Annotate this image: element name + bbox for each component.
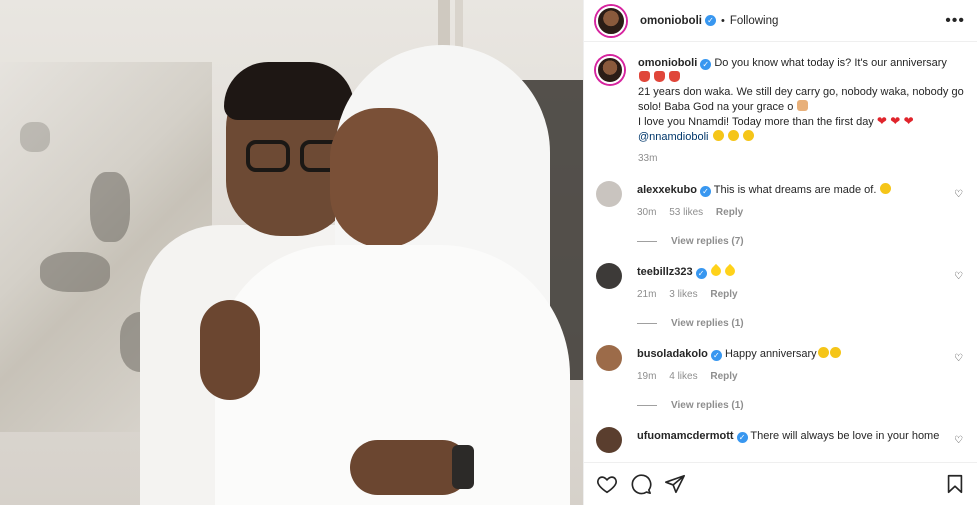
avatar[interactable] <box>596 426 622 453</box>
comment-text: There will always be love in your home <box>750 429 940 442</box>
comment-time: 19m <box>637 370 657 382</box>
hand <box>200 300 260 400</box>
verified-badge-icon: ✓ <box>699 185 711 197</box>
more-options-icon[interactable]: ••• <box>945 12 965 30</box>
comment-username[interactable]: busoladakolo <box>637 348 708 360</box>
comment-icon[interactable] <box>630 473 652 495</box>
comment-like-icon[interactable]: ♡ <box>954 353 963 364</box>
comment-text: Happy anniversary <box>724 347 817 360</box>
comment-username[interactable]: teebillz323 <box>637 266 693 278</box>
yellow-heart-emoji <box>722 263 737 278</box>
comment-item: teebillz323 ✓ 21m 3 likes Reply View repl… <box>596 262 965 331</box>
caption-text-line: I love you Nnamdi! Today more than the f… <box>638 114 914 128</box>
post-photo[interactable] <box>0 0 583 505</box>
wristwatch <box>452 445 474 489</box>
comment-likes[interactable]: 3 likes <box>669 289 697 300</box>
following-button[interactable]: Following <box>730 15 779 27</box>
view-replies-button[interactable]: View replies (7) <box>637 235 965 249</box>
avatar[interactable] <box>596 56 624 84</box>
post-header: omonioboli ✓ • Following ••• <box>584 0 977 42</box>
heart-icon[interactable] <box>596 473 618 495</box>
avatar[interactable] <box>596 5 626 36</box>
post-caption: omonioboli ✓ Do you know what today is? I… <box>596 56 965 167</box>
woman-face <box>330 108 438 248</box>
avatar[interactable] <box>596 262 622 289</box>
verified-badge-icon: ✓ <box>736 431 748 443</box>
comment-meta: 21m 3 likes Reply <box>637 288 965 302</box>
bookmark-icon[interactable] <box>944 473 966 495</box>
comments-list[interactable]: omonioboli ✓ Do you know what today is? I… <box>584 42 977 462</box>
comment-like-icon[interactable]: ♡ <box>954 189 963 200</box>
comment-meta: 30m 53 likes Reply <box>637 206 965 220</box>
comment-item: ufuomamcdermott ✓ There will always be lo… <box>596 426 965 453</box>
caption-timestamp: 33m <box>638 153 658 164</box>
comment-like-icon[interactable]: ♡ <box>954 435 963 446</box>
yellow-heart-emoji <box>708 263 723 278</box>
comment-time: 21m <box>637 288 657 300</box>
comment-likes[interactable]: 4 likes <box>669 371 697 382</box>
avatar[interactable] <box>596 180 622 207</box>
view-replies-button[interactable]: View replies (1) <box>637 399 965 413</box>
verified-badge-icon: ✓ <box>710 349 722 361</box>
mention-link[interactable]: @nnamdioboli <box>638 131 709 143</box>
comment-meta: 19m 4 likes Reply <box>637 370 965 384</box>
avatar[interactable] <box>596 344 622 371</box>
caption-username[interactable]: omonioboli <box>638 57 697 69</box>
separator-dot: • <box>720 14 725 27</box>
post-author-username[interactable]: omonioboli <box>640 15 702 27</box>
comment-item: alexxekubo ✓ This is what dreams are made… <box>596 180 965 249</box>
comment-like-icon[interactable]: ♡ <box>954 271 963 282</box>
comment-likes[interactable]: 53 likes <box>669 207 703 218</box>
comment-text: This is what dreams are made of. <box>713 183 877 196</box>
comment-username[interactable]: alexxekubo <box>637 184 697 196</box>
instagram-post: omonioboli ✓ • Following ••• omonioboli ✓… <box>0 0 977 505</box>
caption-text-line: 21 years don waka. We still dey carry go… <box>638 86 964 113</box>
verified-badge-icon: ✓ <box>700 59 712 70</box>
reply-button[interactable]: Reply <box>710 371 737 382</box>
reply-button[interactable]: Reply <box>716 207 743 218</box>
caption-text-line: Do you know what today is? It's our anni… <box>714 57 947 69</box>
view-replies-button[interactable]: View replies (1) <box>637 317 965 331</box>
woman-emoji-group <box>638 70 965 86</box>
action-bar <box>584 462 977 505</box>
comment-item: busoladakolo ✓ Happy anniversary 19m 4 li… <box>596 344 965 413</box>
comment-time: 30m <box>637 206 657 218</box>
post-side-panel: omonioboli ✓ • Following ••• omonioboli ✓… <box>583 0 977 505</box>
share-icon[interactable] <box>664 473 686 495</box>
verified-badge-icon: ✓ <box>704 15 716 26</box>
reply-button[interactable]: Reply <box>710 289 737 300</box>
pray-emoji <box>797 99 809 111</box>
verified-badge-icon: ✓ <box>695 267 707 279</box>
comment-username[interactable]: ufuomamcdermott <box>637 430 734 442</box>
